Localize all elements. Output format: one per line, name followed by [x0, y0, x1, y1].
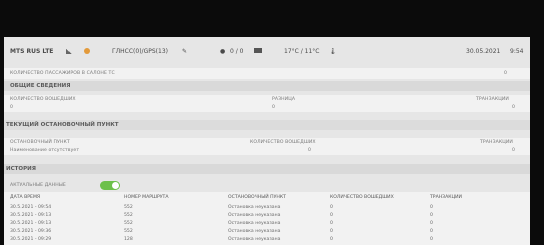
general-title: ОБЩИЕ СВЕДЕНИЯ	[10, 83, 71, 89]
current-stop-entered-value: 0	[308, 148, 312, 153]
alert-light-icon	[84, 48, 90, 54]
table-row[interactable]: 30.5.2021 - 09:29 128 Остановка неуказана 0…	[4, 236, 530, 244]
general-col-entered: КОЛИЧЕСТВО ВОШЕДШИХ	[10, 97, 76, 102]
current-stop-columns: ОСТАНОВОЧНЫЙ ПУНКТ КОЛИЧЕСТВО ВОШЕДШИХ Т…	[4, 138, 530, 146]
thermometer-icon: 🌡	[329, 47, 337, 55]
table-cell: 30.5.2021 - 09:36	[10, 229, 52, 234]
table-cell: Остановка неуказана	[228, 237, 281, 242]
history-col-datetime: ДАТА ВРЕМЯ	[10, 195, 41, 200]
gnss-status: ГЛНСС(0)/GPS(13)	[112, 47, 168, 55]
history-col-stop: ОСТАНОВОЧНЫЙ ПУНКТ	[228, 195, 286, 200]
table-cell: 0	[330, 229, 333, 234]
current-stop-header: ТЕКУЩИЙ ОСТАНОВОЧНЫЙ ПУНКТ	[4, 120, 530, 130]
time-value: 9:54	[510, 47, 524, 55]
table-cell: 30.5.2021 - 09:29	[10, 237, 52, 242]
actual-data-toggle[interactable]	[100, 181, 120, 190]
location-icon: ●	[220, 47, 226, 55]
table-cell: 30.5.2021 - 09:13	[10, 221, 52, 226]
history-header: ИСТОРИЯ	[4, 164, 530, 174]
general-values: 0 0 0	[4, 103, 530, 112]
current-stop-col-transactions: ТРАНЗАКЦИИ	[480, 140, 513, 145]
table-row[interactable]: 30.5.2021 - 09:13 552 Остановка неуказана 0…	[4, 212, 530, 220]
actual-data-row: АКТУАЛЬНЫЕ ДАННЫЕ	[4, 179, 530, 191]
general-col-diff: РАЗНИЦА	[272, 97, 296, 102]
general-header: ОБЩИЕ СВЕДЕНИЯ	[4, 81, 530, 91]
current-stop-col-stop: ОСТАНОВОЧНЫЙ ПУНКТ	[10, 140, 70, 145]
general-transactions-value: 0	[512, 105, 516, 110]
table-cell: 0	[330, 205, 333, 210]
current-stop-transactions-value: 0	[512, 148, 516, 153]
table-cell: 0	[330, 237, 333, 242]
table-cell: 0	[430, 213, 433, 218]
table-row[interactable]: 30.5.2021 - 09:36 552 Остановка неуказана 0…	[4, 228, 530, 236]
general-col-transactions: ТРАНЗАКЦИИ	[476, 97, 509, 102]
table-row[interactable]: 30.5.2021 - 09:13 552 Остановка неуказана 0…	[4, 220, 530, 228]
history-col-entered: КОЛИЧЕСТВО ВОШЕДШИХ	[330, 195, 394, 200]
actual-data-label: АКТУАЛЬНЫЕ ДАННЫЕ	[10, 183, 66, 188]
history-col-transactions: ТРАНЗАКЦИИ	[430, 195, 462, 200]
pen-icon: ✎	[182, 47, 188, 55]
counter-value: 0 / 0	[230, 47, 244, 55]
general-diff-value: 0	[272, 105, 276, 110]
history-col-route: НОМЕР МАРШРУТА	[124, 195, 169, 200]
temperature-value: 17°C / 11°C	[284, 47, 320, 55]
table-cell: 0	[430, 205, 433, 210]
passengers-label: КОЛИЧЕСТВО ПАССАЖИРОВ В САЛОНЕ ТС	[10, 71, 115, 76]
table-cell: Остановка неуказана	[228, 213, 281, 218]
table-cell: 30.5.2021 - 09:13	[10, 213, 52, 218]
table-cell: 0	[430, 237, 433, 242]
history-title: ИСТОРИЯ	[6, 166, 36, 172]
table-cell: Остановка неуказана	[228, 229, 281, 234]
table-cell: 552	[124, 213, 133, 218]
table-cell: 0	[330, 213, 333, 218]
device-screen: MTS RUS LTE ГЛНСС(0)/GPS(13) ✎ ● 0 / 0 1…	[4, 37, 530, 245]
table-cell: 552	[124, 221, 133, 226]
status-bar: MTS RUS LTE ГЛНСС(0)/GPS(13) ✎ ● 0 / 0 1…	[4, 43, 530, 59]
table-cell: 0	[430, 221, 433, 226]
table-row[interactable]: 30.5.2021 - 09:54 552 Остановка неуказана 0…	[4, 204, 530, 212]
table-cell: 0	[430, 229, 433, 234]
current-stop-name: Наименование отсутствует	[10, 148, 80, 153]
table-cell: 128	[124, 237, 133, 242]
general-entered-value: 0	[10, 105, 14, 110]
current-stop-values: Наименование отсутствует 0 0	[4, 146, 530, 155]
signal-icon	[66, 48, 72, 54]
table-cell: 30.5.2021 - 09:54	[10, 205, 52, 210]
current-stop-title: ТЕКУЩИЙ ОСТАНОВОЧНЫЙ ПУНКТ	[6, 122, 119, 128]
table-cell: 0	[330, 221, 333, 226]
operator-label: MTS RUS LTE	[10, 47, 54, 55]
table-cell: Остановка неуказана	[228, 205, 281, 210]
table-cell: 552	[124, 229, 133, 234]
table-cell: Остановка неуказана	[228, 221, 281, 226]
passengers-value: 0	[504, 71, 508, 76]
passengers-row: КОЛИЧЕСТВО ПАССАЖИРОВ В САЛОНЕ ТС 0	[4, 68, 530, 79]
history-table: ДАТА ВРЕМЯ НОМЕР МАРШРУТА ОСТАНОВОЧНЫЙ П…	[4, 192, 530, 245]
date-value: 30.05.2021	[466, 47, 501, 55]
battery-icon	[254, 48, 262, 53]
current-stop-col-entered: КОЛИЧЕСТВО ВОШЕДШИХ	[250, 140, 316, 145]
general-columns: КОЛИЧЕСТВО ВОШЕДШИХ РАЗНИЦА ТРАНЗАКЦИИ	[4, 95, 530, 103]
table-cell: 552	[124, 205, 133, 210]
